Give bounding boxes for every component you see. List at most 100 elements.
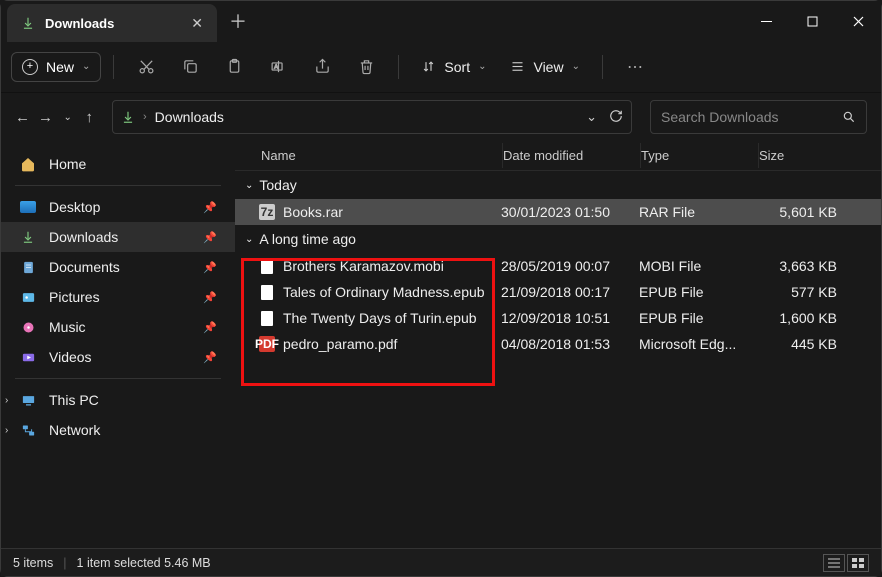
file-date: 28/05/2019 00:07 — [501, 258, 639, 274]
sidebar-item-music[interactable]: Music 📌 — [1, 312, 235, 342]
view-button[interactable]: View ⌄ — [500, 53, 589, 81]
close-tab-icon[interactable]: ✕ — [191, 15, 203, 32]
refresh-button[interactable] — [609, 109, 623, 125]
chevron-right-icon[interactable]: › — [5, 395, 8, 406]
separator — [15, 185, 221, 186]
details-view-button[interactable] — [823, 554, 845, 572]
document-icon — [259, 284, 275, 300]
close-window-button[interactable] — [835, 1, 881, 41]
new-button-label: New — [46, 59, 74, 75]
up-button[interactable]: ↑ — [83, 103, 97, 131]
cut-button[interactable] — [126, 49, 166, 85]
delete-button[interactable] — [346, 49, 386, 85]
plus-circle-icon: + — [22, 59, 38, 75]
group-today[interactable]: ⌄ Today — [235, 171, 881, 199]
sidebar-item-desktop[interactable]: Desktop 📌 — [1, 192, 235, 222]
sidebar-item-network[interactable]: › Network — [1, 415, 235, 445]
status-item-count: 5 items — [13, 556, 53, 570]
sidebar-item-documents[interactable]: Documents 📌 — [1, 252, 235, 282]
file-date: 21/09/2018 00:17 — [501, 284, 639, 300]
chevron-down-icon: ⌄ — [245, 234, 253, 245]
sidebar-item-label: Videos — [49, 349, 92, 365]
sidebar-item-downloads[interactable]: Downloads 📌 — [1, 222, 235, 252]
group-label: Today — [259, 177, 296, 193]
download-icon — [19, 230, 37, 244]
home-icon — [19, 156, 37, 172]
search-input[interactable] — [661, 109, 842, 125]
more-button[interactable]: ⋯ — [615, 49, 655, 85]
search-icon[interactable] — [842, 110, 856, 124]
file-size: 5,601 KB — [757, 204, 837, 220]
forward-button[interactable]: → — [38, 103, 53, 131]
pin-icon: 📌 — [203, 231, 217, 244]
file-size: 1,600 KB — [757, 310, 837, 326]
file-type: MOBI File — [639, 258, 757, 274]
column-headers: Name Date modified Type Size — [235, 141, 881, 171]
sidebar-item-label: Pictures — [49, 289, 100, 305]
file-type: RAR File — [639, 204, 757, 220]
file-row[interactable]: PDF pedro_paramo.pdf 04/08/2018 01:53 Mi… — [235, 331, 881, 357]
sidebar-item-label: Desktop — [49, 199, 100, 215]
separator — [602, 55, 603, 79]
column-header-size[interactable]: Size — [759, 143, 869, 168]
thumbnails-view-button[interactable] — [847, 554, 869, 572]
videos-icon — [19, 350, 37, 365]
music-icon — [19, 320, 37, 335]
window-controls — [743, 1, 881, 41]
toolbar: + New ⌄ A Sort ⌄ View ⌄ ⋯ — [1, 41, 881, 93]
pin-icon: 📌 — [203, 201, 217, 214]
share-button[interactable] — [302, 49, 342, 85]
file-name: pedro_paramo.pdf — [283, 336, 397, 352]
file-row[interactable]: Brothers Karamazov.mobi 28/05/2019 00:07… — [235, 253, 881, 279]
sidebar-item-home[interactable]: Home — [1, 149, 235, 179]
file-row[interactable]: Tales of Ordinary Madness.epub 21/09/201… — [235, 279, 881, 305]
file-row[interactable]: The Twenty Days of Turin.epub 12/09/2018… — [235, 305, 881, 331]
chevron-right-icon: › — [143, 111, 147, 123]
view-icon — [510, 59, 525, 74]
breadcrumb[interactable]: Downloads — [155, 109, 224, 125]
sort-button[interactable]: Sort ⌄ — [411, 53, 496, 81]
file-list: Name Date modified Type Size ⌄ Today 7z … — [235, 141, 881, 548]
group-label: A long time ago — [259, 231, 356, 247]
sidebar-item-videos[interactable]: Videos 📌 — [1, 342, 235, 372]
column-header-name[interactable]: Name — [247, 143, 503, 168]
new-tab-button[interactable]: ＋ — [229, 8, 247, 34]
tab-title: Downloads — [45, 16, 114, 31]
maximize-button[interactable] — [789, 1, 835, 41]
recent-button[interactable]: ⌄ — [61, 103, 75, 131]
pin-icon: 📌 — [203, 261, 217, 274]
network-icon — [19, 423, 37, 438]
paste-button[interactable] — [214, 49, 254, 85]
column-header-type[interactable]: Type — [641, 143, 759, 168]
chevron-right-icon[interactable]: › — [5, 425, 8, 436]
sidebar-item-label: This PC — [49, 392, 99, 408]
minimize-button[interactable] — [743, 1, 789, 41]
view-label: View — [533, 59, 563, 75]
sidebar-item-this-pc[interactable]: › This PC — [1, 385, 235, 415]
group-long-ago[interactable]: ⌄ A long time ago — [235, 225, 881, 253]
pin-icon: 📌 — [203, 351, 217, 364]
new-button[interactable]: + New ⌄ — [11, 52, 101, 82]
sidebar-item-label: Downloads — [49, 229, 118, 245]
pin-icon: 📌 — [203, 321, 217, 334]
file-date: 30/01/2023 01:50 — [501, 204, 639, 220]
sidebar-item-label: Documents — [49, 259, 120, 275]
pin-icon: 📌 — [203, 291, 217, 304]
file-size: 3,663 KB — [757, 258, 837, 274]
column-header-date[interactable]: Date modified — [503, 143, 641, 168]
file-row[interactable]: 7z Books.rar 30/01/2023 01:50 RAR File 5… — [235, 199, 881, 225]
sidebar-item-pictures[interactable]: Pictures 📌 — [1, 282, 235, 312]
this-pc-icon — [19, 393, 37, 408]
pdf-icon: PDF — [259, 336, 275, 352]
copy-button[interactable] — [170, 49, 210, 85]
back-button[interactable]: ← — [15, 103, 30, 131]
rename-button[interactable]: A — [258, 49, 298, 85]
address-bar[interactable]: › Downloads ⌄ — [112, 100, 632, 134]
file-size: 577 KB — [757, 284, 837, 300]
separator — [113, 55, 114, 79]
search-box[interactable] — [650, 100, 867, 134]
separator: | — [63, 556, 66, 570]
address-chevron-down-icon[interactable]: ⌄ — [586, 109, 597, 125]
chevron-down-icon: ⌄ — [572, 61, 580, 72]
tab-downloads[interactable]: Downloads ✕ — [7, 4, 217, 42]
